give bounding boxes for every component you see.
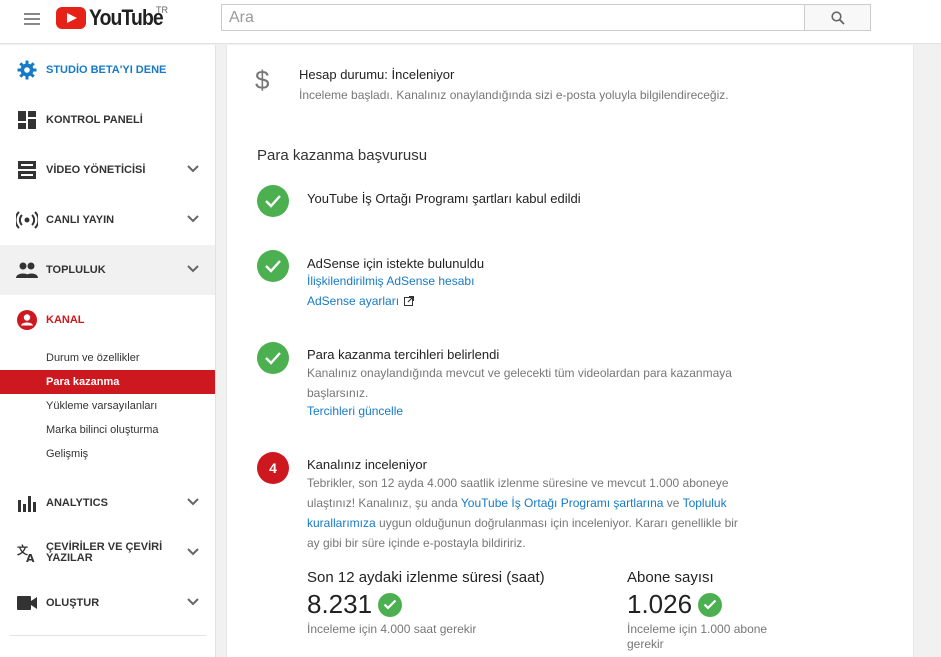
subscribers-value: 1.026 xyxy=(627,589,723,620)
step4-line1: Tebrikler, son 12 ayda 4.000 saatlik izl… xyxy=(307,476,729,490)
account-status-desc: İnceleme başladı. Kanalınız onaylandığın… xyxy=(299,88,729,102)
account-status: Hesap durumu: İnceleniyor xyxy=(299,67,455,82)
step4-line3: kurallarımıza uygun olduğunun doğrulanma… xyxy=(307,516,738,530)
video-manager-icon xyxy=(16,159,38,181)
watch-time-title: Son 12 aydaki izlenme süresi (saat) xyxy=(307,569,545,586)
camera-icon xyxy=(16,592,38,614)
sidebar-subitem-branding[interactable]: Marka bilinci oluşturma xyxy=(0,418,215,442)
subscribers-title: Abone sayısı xyxy=(627,569,714,586)
sidebar-subitem-upload-defaults[interactable]: Yükleme varsayılanları xyxy=(0,394,215,418)
chevron-down-icon[interactable] xyxy=(187,498,199,506)
svg-text:A: A xyxy=(26,552,35,563)
community-guidelines-link[interactable]: Topluluk xyxy=(683,496,727,510)
channel-icon xyxy=(16,309,38,331)
search-input[interactable]: Ara xyxy=(221,4,805,31)
sidebar-item-analytics[interactable]: ANALYTICS xyxy=(0,478,215,528)
sidebar-item-label: CANLI YAYIN xyxy=(46,213,115,226)
step3-title: Para kazanma tercihleri belirlendi xyxy=(307,347,500,362)
sidebar-item-label: ANALYTICS xyxy=(46,496,108,509)
dashboard-icon xyxy=(16,109,38,131)
section-title: Para kazanma başvurusu xyxy=(257,147,428,164)
sidebar-item-translations[interactable]: 文A ÇEVİRİLER VE ÇEVİRİ YAZILAR xyxy=(0,528,215,578)
step-complete-icon xyxy=(257,250,289,282)
step1-title: YouTube İş Ortağı Programı şartları kabu… xyxy=(307,191,581,206)
community-icon xyxy=(16,259,38,281)
live-icon xyxy=(16,209,38,231)
community-guidelines-link-cont[interactable]: kurallarımıza xyxy=(307,516,376,530)
youtube-play-icon xyxy=(56,7,86,29)
chevron-down-icon[interactable] xyxy=(187,598,199,606)
sidebar-item-label: TOPLULUK xyxy=(46,263,106,276)
main-panel: $ Hesap durumu: İnceleniyor İnceleme baş… xyxy=(226,45,914,657)
sidebar-item-label: STUDİO BETA'YI DENE xyxy=(46,63,167,76)
partner-program-terms-link[interactable]: YouTube İş Ortağı Programı şartlarına xyxy=(461,496,664,510)
sidebar-item-channel[interactable]: KANAL xyxy=(0,295,215,345)
sidebar-divider xyxy=(10,635,206,636)
top-header: YouTube TR Ara xyxy=(0,0,941,44)
sidebar-item-label: VİDEO YÖNETİCİSİ xyxy=(46,163,146,176)
chevron-down-icon[interactable] xyxy=(187,548,199,556)
sidebar-item-label: OLUŞTUR xyxy=(46,596,100,609)
step-number-badge: 4 xyxy=(257,452,289,484)
adsense-settings-link[interactable]: AdSense ayarları xyxy=(307,291,415,311)
subscribers-note-line2: gerekir xyxy=(627,637,664,651)
step3-desc-line1: Kanalınız onaylandığında mevcut ve gelec… xyxy=(307,366,732,380)
sidebar-item-video-manager[interactable]: VİDEO YÖNETİCİSİ xyxy=(0,145,215,195)
search-icon xyxy=(830,10,845,25)
sidebar-subitem-monetization[interactable]: Para kazanma xyxy=(0,370,215,394)
chevron-down-icon[interactable] xyxy=(187,165,199,173)
update-preferences-link[interactable]: Tercihleri güncelle xyxy=(307,401,403,421)
sidebar-item-studio-beta[interactable]: STUDİO BETA'YI DENE xyxy=(0,45,215,95)
analytics-icon xyxy=(16,492,38,514)
country-code: TR xyxy=(156,5,168,15)
step-complete-icon xyxy=(257,185,289,217)
sidebar-subitem-status[interactable]: Durum ve özellikler xyxy=(0,346,215,370)
external-link-icon xyxy=(404,296,415,306)
sidebar-item-community[interactable]: TOPLULUK xyxy=(0,245,215,295)
linked-adsense-link[interactable]: İlişkilendirilmiş AdSense hesabı xyxy=(307,271,474,291)
chevron-down-icon[interactable] xyxy=(187,215,199,223)
check-icon xyxy=(698,592,723,617)
sidebar-item-create[interactable]: OLUŞTUR xyxy=(0,578,215,628)
watch-time-value: 8.231 xyxy=(307,589,403,620)
sidebar-item-dashboard[interactable]: KONTROL PANELİ xyxy=(0,95,215,145)
youtube-logo[interactable]: YouTube TR xyxy=(56,5,173,31)
search-button[interactable] xyxy=(804,4,871,31)
sidebar-item-label: KONTROL PANELİ xyxy=(46,113,143,126)
sidebar-item-live[interactable]: CANLI YAYIN xyxy=(0,195,215,245)
check-icon xyxy=(378,592,403,617)
step4-line4: ay gibi bir süre içinde e-postayla bildi… xyxy=(307,536,526,550)
sidebar-item-label: KANAL xyxy=(46,313,85,326)
dollar-icon: $ xyxy=(255,65,270,95)
step2-title: AdSense için istekte bulunuldu xyxy=(307,256,485,271)
step4-title: Kanalınız inceleniyor xyxy=(307,457,427,472)
step3-desc-line2: başlarsınız. xyxy=(307,386,369,400)
menu-icon[interactable] xyxy=(24,10,40,26)
step4-line2: ulaştınız! Kanalınız, şu anda YouTube İş… xyxy=(307,496,727,510)
sidebar-subitem-advanced[interactable]: Gelişmiş xyxy=(0,442,215,466)
gear-icon xyxy=(16,59,38,81)
chevron-down-icon[interactable] xyxy=(187,265,199,273)
watch-time-note: İnceleme için 4.000 saat gerekir xyxy=(307,622,477,636)
sidebar-item-label: ÇEVİRİLER VE ÇEVİRİ YAZILAR xyxy=(46,541,163,564)
step-complete-icon xyxy=(257,342,289,374)
sidebar: STUDİO BETA'YI DENE KONTROL PANELİ VİDEO… xyxy=(0,45,216,657)
translate-icon: 文A xyxy=(16,542,38,564)
